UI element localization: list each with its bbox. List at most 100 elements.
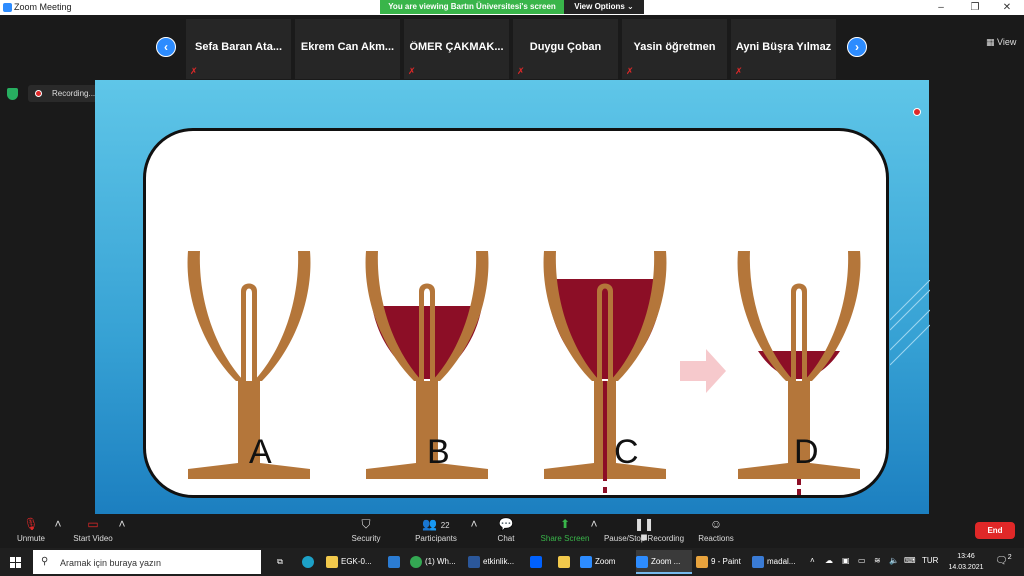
- start-video-button[interactable]: ▭ Start Video: [70, 518, 116, 544]
- cup-c: [543, 251, 667, 513]
- shared-screen: A B C D: [95, 80, 929, 514]
- reactions-button[interactable]: ☺ Reactions: [697, 517, 735, 544]
- notification-center-icon[interactable]: 🗨2: [995, 554, 1012, 566]
- photos-icon: [752, 555, 764, 568]
- participants-button[interactable]: 👥 22 Participants: [414, 517, 458, 544]
- participant-tile[interactable]: Ayni Büşra Yılmaz ✗: [731, 19, 836, 79]
- share-screen-button[interactable]: ⬆ Share Screen: [540, 518, 590, 544]
- record-dot-icon: [35, 90, 42, 97]
- taskbar-app[interactable]: 9 - Paint: [696, 550, 748, 574]
- zoom-logo-icon: [3, 3, 12, 12]
- onedrive-icon[interactable]: ☁: [825, 556, 833, 565]
- paint-icon: [696, 555, 708, 568]
- end-meeting-button[interactable]: End: [975, 522, 1015, 539]
- pause-stop-recording-button[interactable]: ❚❚ ■ Pause/Stop Recording: [603, 518, 685, 544]
- windows-taskbar: ⚲ Aramak için buraya yazın ⧉ EGK-0... (1…: [0, 548, 1024, 576]
- participant-strip: ‹ Sefa Baran Ata... ✗ Ekrem Can Akm... Ö…: [0, 15, 1024, 81]
- security-label: Security: [351, 534, 381, 543]
- word-icon: [468, 555, 480, 568]
- security-button[interactable]: ⛉ Security: [348, 518, 384, 544]
- unmute-label: Unmute: [16, 534, 45, 543]
- volume-icon[interactable]: 🔈: [889, 556, 899, 565]
- system-tray-app-icon[interactable]: ▣: [842, 556, 850, 565]
- label-c: C: [614, 433, 639, 471]
- taskbar-app-label: (1) Wh...: [425, 557, 456, 566]
- chrome-icon: [410, 555, 422, 568]
- minimize-button[interactable]: –: [924, 0, 958, 15]
- wifi-icon[interactable]: ≋: [874, 556, 881, 565]
- participant-tile[interactable]: Duygu Çoban ✗: [513, 19, 618, 79]
- taskbar-app-active[interactable]: Zoom ...: [636, 550, 692, 574]
- participant-name: ÖMER ÇAKMAK...: [409, 41, 504, 53]
- task-view-icon[interactable]: ⧉: [270, 550, 290, 574]
- view-options-button[interactable]: View Options ⌄: [564, 0, 644, 14]
- mail-app-icon[interactable]: [384, 550, 406, 574]
- participant-tile[interactable]: Yasin öğretmen ✗: [622, 19, 727, 79]
- files-icon[interactable]: [554, 550, 576, 574]
- chevron-up-icon: ˄: [590, 517, 598, 531]
- prev-participants-button[interactable]: ‹: [156, 37, 176, 57]
- recording-label: Recording...: [52, 89, 96, 98]
- taskbar-app[interactable]: madal...: [752, 550, 802, 574]
- taskbar-app[interactable]: EGK-0...: [326, 550, 378, 574]
- screen-share-banner: You are viewing Bartın Üniversitesi's sc…: [380, 0, 644, 14]
- label-b: B: [427, 433, 450, 471]
- taskbar-search-input[interactable]: ⚲ Aramak için buraya yazın: [33, 550, 261, 574]
- muted-mic-icon: ✗: [735, 66, 743, 76]
- battery-icon[interactable]: ▭: [858, 556, 866, 565]
- taskbar-app-label: 9 - Paint: [711, 557, 741, 566]
- share-options-caret[interactable]: ˄: [586, 518, 597, 534]
- taskbar-app[interactable]: etkinlik...: [468, 550, 520, 574]
- chevron-up-icon: ˄: [470, 517, 478, 531]
- next-participants-button[interactable]: ›: [847, 37, 867, 57]
- keyboard-icon[interactable]: ⌨: [904, 556, 916, 565]
- meeting-toolbar: 🎙 Unmute ˄ ▭ Start Video ˄ ⛉ Security 👥 …: [0, 514, 1024, 548]
- mic-muted-icon: 🎙: [23, 517, 39, 531]
- chevron-up-icon[interactable]: ˄: [810, 556, 815, 565]
- chat-label: Chat: [497, 534, 515, 543]
- video-options-caret[interactable]: ˄: [114, 518, 125, 534]
- muted-mic-icon: ✗: [517, 66, 525, 76]
- clock-time: 13:46: [957, 553, 975, 560]
- start-video-label: Start Video: [73, 534, 113, 543]
- participants-label: Participants: [415, 534, 457, 543]
- close-button[interactable]: ✕: [990, 0, 1024, 15]
- participants-count: 22: [440, 521, 450, 530]
- taskbar-app[interactable]: Zoom: [580, 550, 630, 574]
- smiley-icon: ☺: [709, 517, 723, 531]
- search-icon: ⚲: [41, 556, 49, 567]
- participants-options-caret[interactable]: ˄: [466, 518, 477, 534]
- muted-mic-icon: ✗: [626, 66, 634, 76]
- participants-icon: 👥 22: [422, 517, 450, 531]
- share-screen-label: Share Screen: [540, 534, 590, 543]
- viewing-screen-text: You are viewing Bartın Üniversitesi's sc…: [380, 0, 564, 14]
- annotation-dot-icon: [913, 108, 921, 116]
- taskbar-app-label: etkinlik...: [483, 557, 515, 566]
- edge-browser-icon[interactable]: [298, 550, 320, 574]
- notification-count: 2: [1007, 554, 1012, 561]
- restore-button[interactable]: ❐: [958, 0, 992, 15]
- windows-start-icon[interactable]: [10, 557, 21, 568]
- language-indicator[interactable]: TUR: [922, 556, 938, 565]
- window-title: Zoom Meeting: [14, 2, 72, 12]
- chat-button[interactable]: 💬 Chat: [494, 518, 518, 544]
- label-a: A: [249, 433, 272, 471]
- label-d: D: [794, 433, 819, 471]
- clock-date: 14.03.2021: [948, 564, 984, 571]
- unmute-button[interactable]: 🎙 Unmute: [14, 517, 48, 544]
- system-clock[interactable]: 13:46 14.03.2021: [946, 551, 986, 573]
- zoom-icon: [636, 555, 648, 568]
- taskbar-app[interactable]: (1) Wh...: [410, 550, 464, 574]
- participant-name: Yasin öğretmen: [633, 41, 716, 53]
- participant-tile[interactable]: Ekrem Can Akm...: [295, 19, 400, 79]
- chevron-up-icon: ˄: [54, 517, 62, 531]
- taskbar-app-label: Zoom: [595, 557, 616, 566]
- audio-options-caret[interactable]: ˄: [50, 518, 61, 534]
- participant-tile[interactable]: ÖMER ÇAKMAK... ✗: [404, 19, 509, 79]
- participant-tile[interactable]: Sefa Baran Ata... ✗: [186, 19, 291, 79]
- muted-mic-icon: ✗: [408, 66, 416, 76]
- dropbox-icon[interactable]: [526, 550, 548, 574]
- participant-name: Sefa Baran Ata...: [194, 41, 282, 53]
- chevron-up-icon: ˄: [118, 517, 126, 531]
- view-button[interactable]: ▦ View: [986, 37, 1016, 48]
